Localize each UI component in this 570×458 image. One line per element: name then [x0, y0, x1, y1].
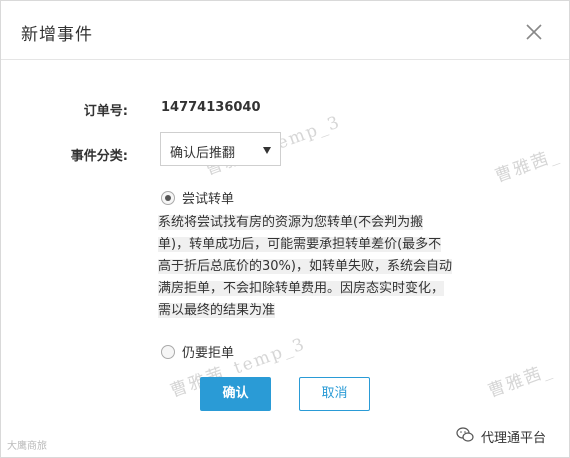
cancel-button[interactable]: 取消 — [299, 377, 370, 411]
still-reject-label[interactable]: 仍要拒单 — [182, 342, 234, 361]
watermark: 曹雅茜_ — [492, 144, 563, 187]
description-line: 单)，转单成功后，可能需要承担转单差价(最多不 — [158, 237, 442, 252]
event-category-select[interactable]: 确认后推翻 — [160, 132, 281, 166]
description-line: 满房拒单，不会扣除转单费用。因房态实时变化， — [158, 281, 445, 296]
wechat-icon — [456, 427, 474, 442]
order-number-label: 订单号: — [83, 104, 128, 119]
try-transfer-description: 系统将尝试找有房的资源为您转单(不会判为搬 单)，转单成功后，可能需要承担转单差… — [158, 212, 496, 322]
description-line: 系统将尝试找有房的资源为您转单(不会判为搬 — [158, 215, 424, 230]
watermark: 曹雅茜_ — [485, 359, 556, 402]
still-reject-radio[interactable] — [161, 345, 175, 359]
event-category-value: 确认后推翻 — [170, 146, 236, 161]
event-category-label: 事件分类: — [70, 149, 128, 164]
dropdown-arrow-icon — [263, 147, 271, 154]
footer-platform-name: 代理通平台 — [481, 431, 547, 446]
dialog-header: 新增事件 — [1, 1, 569, 60]
try-transfer-radio[interactable] — [161, 191, 175, 205]
description-line: 高于折后总底价的30%)，如转单失败，系统会自动 — [158, 259, 452, 274]
order-number-value: 14774136040 — [161, 100, 261, 115]
close-icon[interactable] — [523, 21, 545, 43]
new-event-dialog: 新增事件 曹雅茜_temp_3 曹雅茜_ 曹雅茜_temp_3 曹雅茜_ 订单号… — [0, 0, 570, 458]
description-line: 需以最终的结果为准 — [158, 303, 276, 318]
dialog-title: 新增事件 — [21, 25, 93, 45]
try-transfer-label[interactable]: 尝试转单 — [182, 188, 234, 207]
footer-brand: 大鹰商旅 — [7, 441, 47, 452]
confirm-button[interactable]: 确认 — [200, 377, 271, 411]
